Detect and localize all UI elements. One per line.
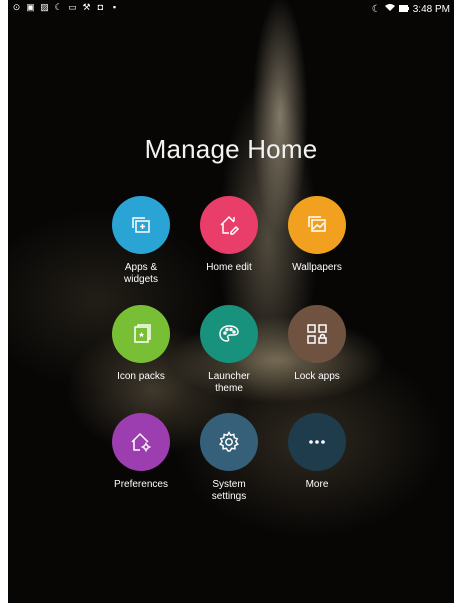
- icon-packs-tile[interactable]: Icon packs: [96, 305, 186, 395]
- clipboard-icon: ▪: [112, 2, 117, 12]
- photo-icon: ▨: [40, 2, 49, 12]
- system-settings-tile[interactable]: System settings: [184, 413, 274, 503]
- preferences-button[interactable]: [112, 413, 170, 471]
- lock-apps-button[interactable]: [288, 305, 346, 363]
- battery-icon: [398, 4, 409, 15]
- camera-icon: ◘: [97, 2, 104, 12]
- preferences-tile[interactable]: Preferences: [96, 413, 186, 503]
- more-icon: [305, 430, 329, 454]
- system-settings-label: System settings: [211, 479, 247, 502]
- status-icons-right: ☾ 3:48 PM: [372, 3, 450, 15]
- home-edit-tile[interactable]: Home edit: [184, 196, 274, 286]
- notification-icon: ▭: [68, 2, 77, 12]
- apps-widgets-button[interactable]: [112, 196, 170, 254]
- location-icon: ⊙: [12, 2, 21, 12]
- wallpapers-icon: [305, 213, 329, 237]
- preferences-label: Preferences: [114, 479, 168, 490]
- clock: 3:48 PM: [412, 3, 450, 15]
- home-screen: ⊙ ▣ ▨ ☾ ▭ ⚒ ◘ ▪ ☾ 3:48 PM Manage Home Ap…: [8, 0, 454, 603]
- page-title: Manage Home: [144, 134, 318, 164]
- launcher-theme-label: Launcher theme: [208, 371, 250, 394]
- apps-widgets-tile[interactable]: Apps & widgets: [96, 196, 186, 286]
- moon-icon: ☾: [371, 3, 381, 15]
- lock-apps-tile[interactable]: Lock apps: [272, 305, 362, 395]
- system-settings-button[interactable]: [200, 413, 258, 471]
- launcher-theme-button[interactable]: [200, 305, 258, 363]
- apps-widgets-label: Apps & widgets: [124, 262, 158, 285]
- more-button[interactable]: [288, 413, 346, 471]
- moon-icon: ☾: [54, 2, 63, 12]
- wallpapers-button[interactable]: [288, 196, 346, 254]
- icon-packs-label: Icon packs: [117, 371, 165, 382]
- lock-apps-label: Lock apps: [294, 371, 340, 382]
- preferences-icon: [129, 430, 153, 454]
- launcher-theme-tile[interactable]: Launcher theme: [184, 305, 274, 395]
- home-edit-icon: [217, 213, 241, 237]
- more-tile[interactable]: More: [272, 413, 362, 503]
- icon-packs-button[interactable]: [112, 305, 170, 363]
- home-edit-button[interactable]: [200, 196, 258, 254]
- apps-widgets-icon: [129, 213, 153, 237]
- wallpapers-label: Wallpapers: [292, 262, 342, 273]
- icon-packs-icon: [129, 322, 153, 346]
- more-label: More: [305, 479, 329, 490]
- palette-icon: [217, 322, 241, 346]
- notification-icon: ▣: [26, 2, 35, 12]
- home-edit-label: Home edit: [206, 262, 252, 273]
- tool-icon: ⚒: [82, 2, 91, 12]
- wifi-icon: [384, 3, 395, 15]
- lock-apps-icon: [305, 322, 329, 346]
- wallpapers-tile[interactable]: Wallpapers: [272, 196, 362, 286]
- gear-icon: [217, 430, 241, 454]
- status-bar: ⊙ ▣ ▨ ☾ ▭ ⚒ ◘ ▪ ☾ 3:48 PM: [8, 0, 454, 20]
- status-icons-left: ⊙ ▣ ▨ ☾ ▭ ⚒ ◘ ▪: [12, 3, 119, 12]
